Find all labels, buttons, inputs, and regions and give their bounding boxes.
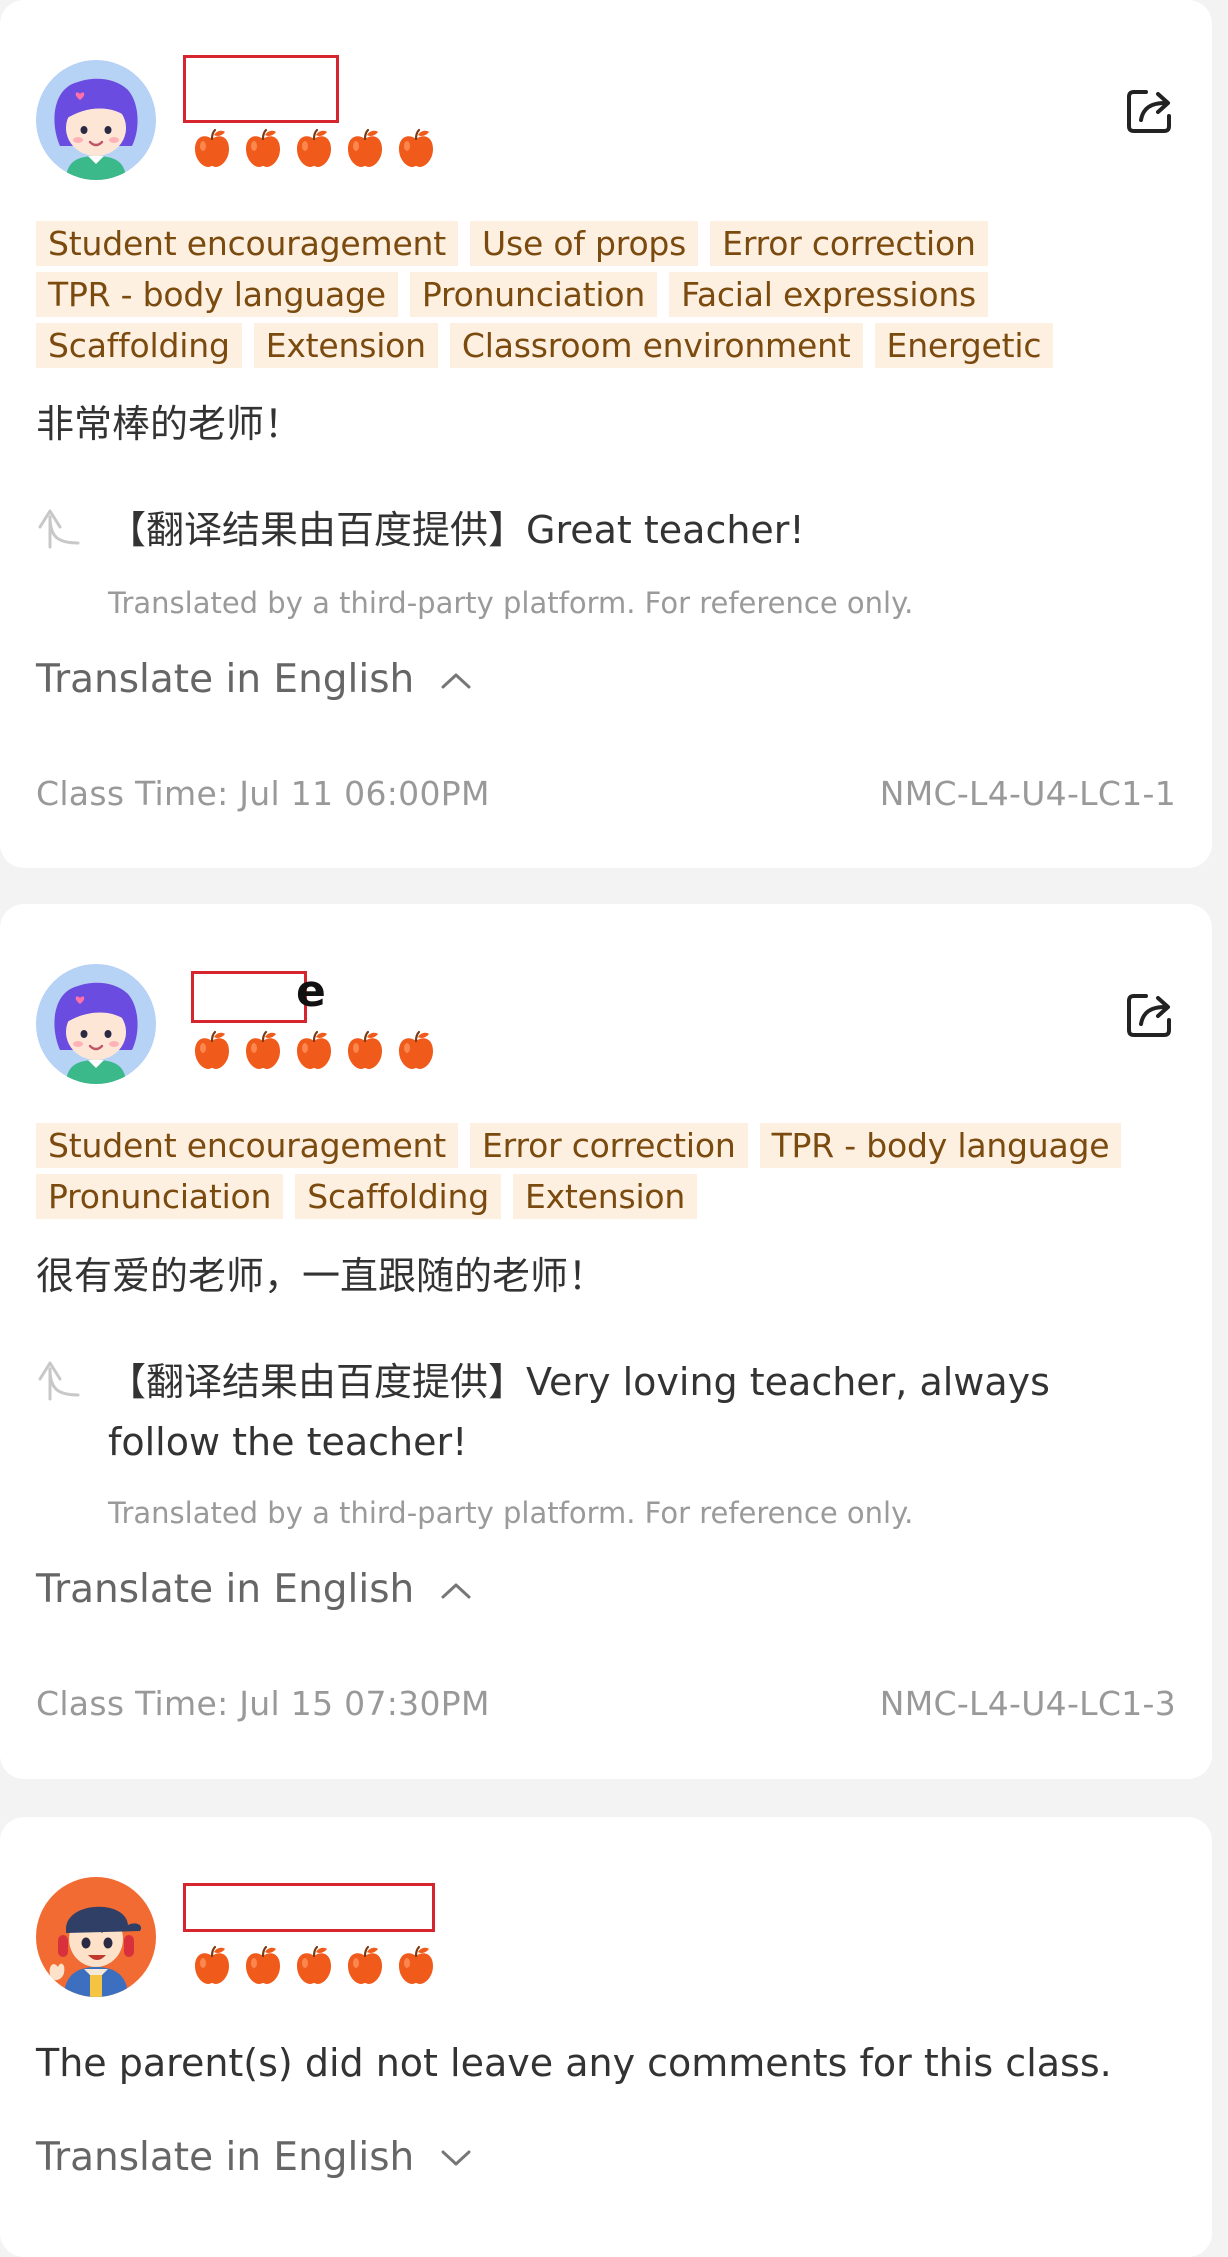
apple-rating: [194, 1030, 434, 1070]
name-text: e: [296, 966, 326, 1017]
chevron-down-icon: [440, 2148, 472, 2168]
tag: Error correction: [470, 1123, 748, 1168]
apple-icon: [245, 1030, 281, 1070]
translate-toggle[interactable]: Translate in English: [36, 2135, 472, 2180]
apple-icon: [245, 128, 281, 168]
apple-rating: [194, 1945, 434, 1985]
tag-list: Student encouragement Error correction T…: [36, 1123, 1176, 1219]
apple-icon: [245, 1945, 281, 1985]
chevron-up-icon: [440, 1580, 472, 1600]
review-card: The parent(s) did not leave any comments…: [0, 1817, 1212, 2257]
apple-icon: [398, 1945, 434, 1985]
redacted-name-box: [191, 971, 307, 1023]
girl-avatar-icon: [36, 60, 156, 180]
translate-label: Translate in English: [36, 1567, 415, 1612]
comment-text: The parent(s) did not leave any comments…: [36, 2041, 1112, 2085]
apple-icon: [296, 128, 332, 168]
apple-icon: [194, 128, 230, 168]
tag: Pronunciation: [36, 1174, 284, 1219]
tag: Use of props: [470, 221, 699, 266]
tag: Student encouragement: [36, 221, 459, 266]
apple-rating: [194, 128, 434, 168]
comment-text: 很有爱的老师，一直跟随的老师！: [36, 1254, 607, 1298]
tag: Error correction: [710, 221, 988, 266]
apple-icon: [347, 1945, 383, 1985]
redacted-name-box: [183, 1883, 435, 1932]
tag: Scaffolding: [36, 323, 242, 368]
class-time: Class Time: Jul 11 06:00PM: [36, 774, 490, 813]
share-icon[interactable]: [1124, 84, 1176, 136]
translation-note: Translated by a third-party platform. Fo…: [108, 586, 914, 620]
share-icon[interactable]: [1124, 988, 1176, 1040]
apple-icon: [398, 1030, 434, 1070]
tag: Classroom environment: [449, 323, 863, 368]
apple-icon: [194, 1945, 230, 1985]
redacted-name-box: [183, 55, 339, 123]
tag: TPR - body language: [759, 1123, 1122, 1168]
class-code: NMC-L4-U4-LC1-1: [879, 774, 1176, 813]
apple-icon: [398, 128, 434, 168]
apple-icon: [347, 1030, 383, 1070]
comment-text: 非常棒的老师！: [36, 402, 303, 446]
girl-avatar-icon: [36, 964, 156, 1084]
apple-icon: [347, 128, 383, 168]
review-card: Student encouragement Use of props Error…: [0, 0, 1212, 868]
class-code: NMC-L4-U4-LC1-3: [879, 1684, 1176, 1723]
boy-avatar-icon: [36, 1877, 156, 1997]
apple-icon: [296, 1030, 332, 1070]
chevron-up-icon: [440, 670, 472, 690]
tag: Extension: [253, 323, 438, 368]
translation-note: Translated by a third-party platform. Fo…: [108, 1496, 914, 1530]
translate-toggle[interactable]: Translate in English: [36, 1567, 472, 1612]
class-time: Class Time: Jul 15 07:30PM: [36, 1684, 490, 1723]
translation-text: 【翻译结果由百度提供】Very loving teacher, always f…: [108, 1360, 1050, 1464]
tag: TPR - body language: [36, 272, 398, 317]
tag: Energetic: [874, 323, 1054, 368]
tag: Extension: [512, 1174, 698, 1219]
translation-icon: [36, 503, 82, 549]
translate-label: Translate in English: [36, 657, 415, 702]
review-card: e Student encouragement Error correction…: [0, 904, 1212, 1779]
tag: Student encouragement: [36, 1123, 459, 1168]
translate-label: Translate in English: [36, 2135, 415, 2180]
apple-icon: [296, 1945, 332, 1985]
tag: Facial expressions: [669, 272, 989, 317]
tag-list: Student encouragement Use of props Error…: [36, 221, 1176, 368]
tag: Scaffolding: [295, 1174, 501, 1219]
translation-text: 【翻译结果由百度提供】Great teacher!: [108, 508, 805, 552]
translate-toggle[interactable]: Translate in English: [36, 657, 472, 702]
tag: Pronunciation: [409, 272, 658, 317]
apple-icon: [194, 1030, 230, 1070]
translation-icon: [36, 1355, 82, 1401]
